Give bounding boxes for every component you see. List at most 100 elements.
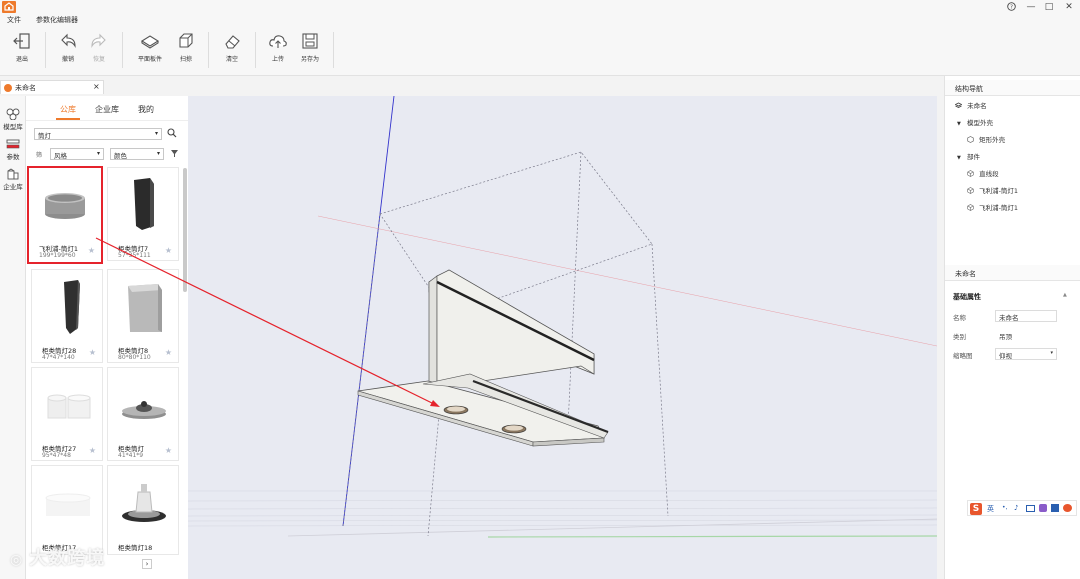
search-button[interactable]: [167, 128, 179, 140]
toolbar-separator: [255, 32, 256, 68]
ime-toolbar[interactable]: S 英 •, ♪: [967, 500, 1077, 516]
title-bar: 文件 参数化编辑器 ? — □ ✕: [0, 0, 1080, 28]
caret-down-icon: ▼: [957, 155, 961, 161]
close-window-button[interactable]: ✕: [1062, 2, 1076, 12]
item-thumbnail: [45, 193, 85, 219]
sweep-button[interactable]: 扫掠: [172, 32, 200, 63]
library-item-card[interactable]: 柜类筒灯17: [31, 465, 103, 555]
hexagon-icon: [967, 136, 974, 143]
sweep-icon: [179, 33, 193, 48]
library-item-card[interactable]: 柜类筒灯27 95*47*48 ★: [31, 367, 103, 461]
microphone-icon[interactable]: ♪: [1014, 504, 1018, 512]
item-thumbnail: [134, 178, 154, 230]
favorite-star-icon[interactable]: ★: [89, 348, 96, 357]
undo-button[interactable]: 撤销: [54, 32, 82, 63]
toolbar: 退出 撤销 恢复 平面板件 扫掠 清空 上传 另存为: [0, 26, 1080, 76]
red-axis: [317, 215, 937, 347]
library-item-card[interactable]: 柜类筒灯8 80*80*110 ★: [107, 269, 179, 363]
keyboard-icon[interactable]: [1026, 505, 1035, 512]
category-select[interactable]: 筒灯 ▾: [34, 128, 162, 140]
chevron-down-icon: ▾: [156, 150, 160, 157]
watermark-logo-icon: ◎: [10, 552, 24, 568]
filter-button[interactable]: [170, 149, 179, 160]
chevron-down-icon: ▾: [96, 150, 100, 157]
side-tab-model-library[interactable]: 模型库: [0, 108, 26, 131]
side-tab-params[interactable]: 参数: [0, 138, 26, 161]
tab-my-library[interactable]: 我的: [138, 104, 154, 115]
clear-button[interactable]: 清空: [218, 32, 246, 63]
menu-file[interactable]: 文件: [7, 15, 21, 25]
favorite-star-icon[interactable]: ★: [165, 246, 172, 255]
library-item-card[interactable]: 柜类筒灯7 57*35*111 ★: [107, 167, 179, 261]
tree-node-line-segment[interactable]: 直线段: [967, 168, 999, 178]
exit-button[interactable]: 退出: [8, 32, 36, 63]
ime-language[interactable]: 英: [987, 504, 994, 514]
model-library-icon: [6, 108, 20, 120]
favorite-star-icon[interactable]: ★: [165, 348, 172, 357]
library-panel: 公库 企业库 我的 筒灯 ▾ 筛 风格 ▾ 颜色 ▾ 飞利浦-筒灯1 199*1…: [26, 96, 188, 579]
app-logo-icon: [2, 1, 16, 13]
toolbar-separator: [45, 32, 46, 68]
undo-icon: [61, 33, 76, 48]
save-as-button[interactable]: 另存为: [296, 32, 324, 63]
library-item-card[interactable]: 柜类筒灯28 47*47*140 ★: [31, 269, 103, 363]
chevron-right-icon[interactable]: ›: [142, 559, 152, 569]
ground-grid: [188, 490, 937, 527]
tree-node-part-2[interactable]: 飞利浦-筒灯1: [967, 202, 1018, 212]
upload-button[interactable]: 上传: [264, 32, 292, 63]
collapse-icon[interactable]: ▲: [1063, 292, 1067, 298]
tree-node-parts[interactable]: ▼ 部件: [957, 151, 980, 161]
favorite-star-icon[interactable]: ★: [88, 246, 95, 255]
tree-root[interactable]: 未命名: [955, 100, 987, 110]
3d-viewport[interactable]: [188, 96, 937, 579]
library-item-card[interactable]: 柜类筒灯 41*41*9 ★: [107, 367, 179, 461]
sogou-logo-icon: S: [970, 503, 982, 515]
toolbar-separator: [122, 32, 123, 68]
close-tab-button[interactable]: ×: [93, 82, 100, 91]
document-icon: [4, 84, 12, 92]
item-thumbnail: [45, 493, 91, 516]
cube-icon: [967, 204, 974, 211]
cube-icon: [967, 170, 974, 177]
grid-icon[interactable]: [1051, 504, 1059, 512]
redo-button[interactable]: 恢复: [85, 32, 113, 63]
thumbnail-view-select[interactable]: 仰视 ▾: [995, 348, 1057, 360]
name-input[interactable]: 未命名: [995, 310, 1057, 322]
watermark: ◎ 大数跨境: [10, 548, 106, 569]
library-item-card[interactable]: 柜类筒灯18: [107, 465, 179, 555]
style-filter-select[interactable]: 风格 ▾: [50, 148, 104, 160]
tab-public-library[interactable]: 公库: [56, 104, 80, 120]
library-item-card[interactable]: 飞利浦-筒灯1 199*199*60 ★: [27, 166, 103, 264]
properties-header: 未命名: [945, 265, 1080, 281]
document-tab[interactable]: 未命名 ×: [0, 80, 104, 94]
tree-node-model-shape[interactable]: ▼ 模型外壳: [957, 117, 993, 127]
color-filter-select[interactable]: 颜色 ▾: [110, 148, 164, 160]
redo-icon: [91, 33, 106, 48]
grid-line: [287, 518, 937, 537]
help-icon: ?: [1006, 2, 1016, 11]
flat-panel-button[interactable]: 平面板件: [132, 32, 168, 63]
skin-icon[interactable]: [1039, 504, 1047, 512]
save-icon: [302, 33, 318, 49]
help-button[interactable]: ?: [1004, 2, 1018, 14]
mascot-icon[interactable]: [1063, 504, 1072, 512]
toolbar-separator: [208, 32, 209, 68]
maximize-button[interactable]: □: [1042, 2, 1056, 12]
tree-node-rect-shape[interactable]: 矩形外壳: [967, 134, 1005, 144]
favorite-star-icon[interactable]: ★: [165, 446, 172, 455]
filter-funnel-icon: [171, 150, 178, 157]
minimize-button[interactable]: —: [1024, 2, 1038, 12]
chevron-down-icon: ▾: [154, 130, 158, 137]
side-tab-enterprise-library[interactable]: 企业库: [0, 168, 26, 191]
enterprise-building-icon: [7, 168, 19, 180]
svg-text:?: ?: [1010, 5, 1013, 11]
tree-node-part-1[interactable]: 飞利浦-筒灯1: [967, 185, 1018, 195]
tab-enterprise-library[interactable]: 企业库: [95, 104, 119, 115]
punctuation-icon[interactable]: •,: [1002, 504, 1007, 511]
item-thumbnail: [47, 394, 91, 419]
category-value: 吊顶: [995, 329, 1057, 341]
chevron-down-icon: ▾: [1050, 350, 1053, 356]
flat-panel-icon: [140, 35, 160, 49]
favorite-star-icon[interactable]: ★: [89, 446, 96, 455]
library-scrollbar[interactable]: [183, 168, 187, 292]
